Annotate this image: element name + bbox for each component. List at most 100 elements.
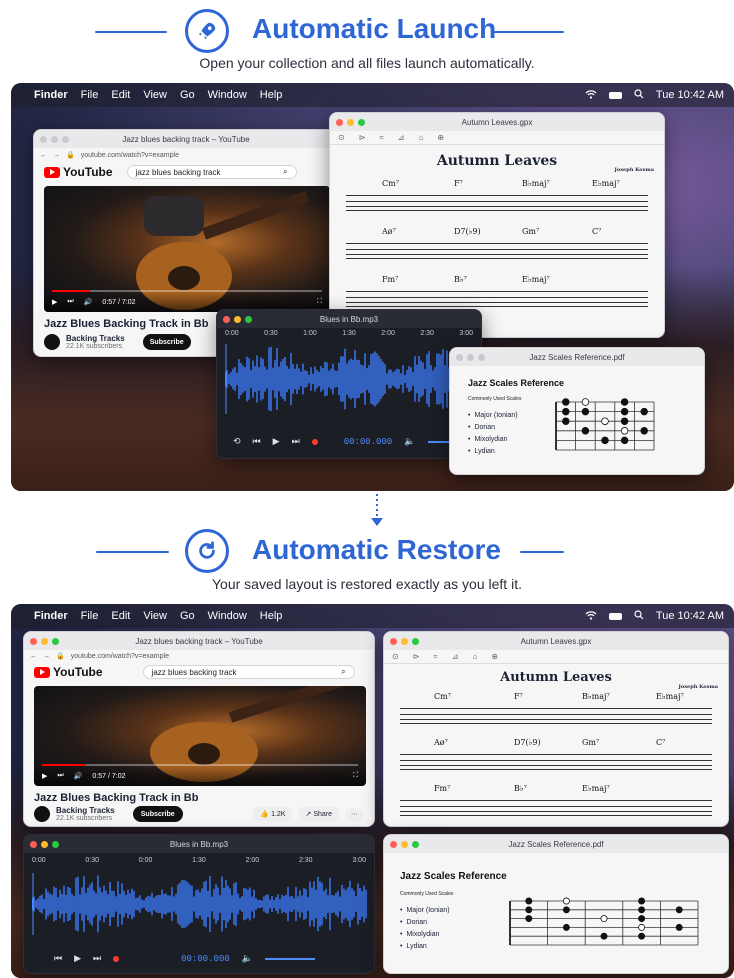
menu-clock[interactable]: Tue 10:42 AM: [656, 610, 724, 622]
menu-edit[interactable]: Edit: [111, 89, 130, 101]
toolbar-icon[interactable]: ⊙: [338, 133, 345, 142]
score-title: Autumn Leaves: [500, 670, 612, 685]
waveform[interactable]: [32, 873, 368, 935]
waveform[interactable]: [225, 344, 475, 414]
volume-icon[interactable]: 🔊: [84, 298, 93, 306]
volume-icon[interactable]: 🔈: [404, 436, 415, 447]
play-icon[interactable]: ▶: [52, 298, 57, 306]
search-icon[interactable]: ⌕: [341, 667, 345, 677]
next-icon[interactable]: ⏭: [57, 772, 63, 780]
forward-icon[interactable]: →: [53, 152, 60, 159]
play-icon[interactable]: ▶: [74, 953, 81, 964]
toolbar-icon[interactable]: ⊿: [398, 133, 405, 142]
loop-icon[interactable]: ⟲: [233, 436, 241, 447]
back-icon[interactable]: ←: [30, 653, 37, 660]
battery-icon[interactable]: [608, 91, 622, 99]
toolbar-icon[interactable]: ⊙: [392, 652, 399, 661]
pdf-titlebar[interactable]: Jazz Scales Reference.pdf: [450, 348, 704, 366]
toolbar-icon[interactable]: ⊕: [491, 652, 498, 661]
toolbar-icon[interactable]: ⌂: [473, 652, 478, 661]
next-icon[interactable]: ⏭: [67, 298, 73, 306]
volume-slider[interactable]: [264, 957, 315, 960]
menu-edit[interactable]: Edit: [111, 610, 130, 622]
battery-icon[interactable]: [608, 612, 622, 620]
video-player[interactable]: ▶ ⏭ 🔊 0:57 / 7:02 ⛶: [34, 686, 366, 786]
fullscreen-icon[interactable]: ⛶: [317, 298, 322, 306]
menu-help[interactable]: Help: [260, 610, 283, 622]
volume-icon[interactable]: 🔈: [242, 953, 253, 964]
video-title: Jazz Blues Backing Track in Bb: [44, 318, 209, 330]
pdf-titlebar[interactable]: Jazz Scales Reference.pdf: [384, 835, 728, 853]
menu-file[interactable]: File: [81, 610, 99, 622]
score-window: Autumn Leaves.gpx ⊙ ⊳ ≈ ⊿ ⌂ ⊕ Autumn Leaves J…: [383, 631, 729, 827]
toolbar-icon[interactable]: ⊕: [437, 133, 444, 142]
search-input[interactable]: jazz blues backing track ⌕: [142, 665, 355, 679]
pdf-title: Jazz Scales Reference: [400, 871, 507, 882]
toolbar-icon[interactable]: ≈: [433, 652, 437, 661]
scale-note: [638, 932, 646, 940]
address-bar[interactable]: youtube.com/watch?v=example: [81, 152, 179, 159]
player-titlebar[interactable]: Blues in Bb.mp3: [217, 310, 481, 328]
menu-go[interactable]: Go: [180, 89, 195, 101]
menu-view[interactable]: View: [143, 89, 167, 101]
score-titlebar[interactable]: Autumn Leaves.gpx: [330, 113, 664, 131]
browser-titlebar[interactable]: Jazz blues backing track – YouTube: [24, 632, 374, 650]
address-bar[interactable]: youtube.com/watch?v=example: [71, 653, 169, 660]
wifi-icon[interactable]: [585, 610, 597, 623]
video-player[interactable]: ▶ ⏭ 🔊 0:57 / 7:02 ⛶: [44, 186, 330, 312]
toolbar-icon[interactable]: ⊳: [359, 133, 366, 142]
scale-note: [562, 906, 570, 914]
chord-symbol: Gm⁷: [522, 227, 540, 236]
previous-icon[interactable]: ⏮: [253, 436, 261, 447]
play-icon[interactable]: ▶: [42, 772, 47, 780]
header-rule-left: [96, 551, 169, 553]
volume-icon[interactable]: 🔊: [74, 772, 83, 780]
youtube-logo[interactable]: YouTube: [44, 165, 113, 179]
toolbar-icon[interactable]: ⌂: [419, 133, 424, 142]
fast-forward-icon[interactable]: ⏭: [292, 436, 300, 447]
chord-symbol: B♭⁷: [514, 784, 527, 793]
menu-finder[interactable]: Finder: [34, 89, 68, 101]
subscribe-button[interactable]: Subscribe: [132, 806, 183, 822]
menu-window[interactable]: Window: [208, 610, 247, 622]
menu-finder[interactable]: Finder: [34, 610, 68, 622]
channel-avatar[interactable]: [44, 334, 60, 350]
record-icon[interactable]: [113, 955, 120, 962]
score-titlebar[interactable]: Autumn Leaves.gpx: [384, 632, 728, 650]
forward-icon[interactable]: →: [43, 653, 50, 660]
menu-help[interactable]: Help: [260, 89, 283, 101]
player-titlebar[interactable]: Blues in Bb.mp3: [24, 835, 374, 853]
toolbar-icon[interactable]: ⊳: [413, 652, 420, 661]
youtube-logo[interactable]: YouTube: [34, 665, 103, 679]
like-button[interactable]: 👍 1.2K: [253, 807, 293, 821]
back-icon[interactable]: ←: [40, 152, 47, 159]
menu-window[interactable]: Window: [208, 89, 247, 101]
fast-forward-icon[interactable]: ⏭: [93, 953, 101, 964]
channel-avatar[interactable]: [34, 806, 50, 822]
toolbar-icon[interactable]: ⊿: [452, 652, 459, 661]
channel-name[interactable]: Backing Tracks: [56, 806, 115, 815]
spotlight-icon[interactable]: [634, 88, 644, 102]
subscribe-button[interactable]: Subscribe: [142, 334, 191, 350]
player-time: 00:00.000: [343, 436, 393, 447]
wifi-icon[interactable]: [585, 89, 597, 102]
scale-item: Dorian: [400, 917, 450, 929]
more-button[interactable]: ···: [345, 807, 364, 821]
play-icon[interactable]: ▶: [273, 436, 280, 447]
previous-icon[interactable]: ⏮: [54, 953, 62, 964]
scale-item: Mixolydian: [468, 434, 518, 446]
search-input[interactable]: jazz blues backing track ⌕: [126, 165, 297, 179]
share-button[interactable]: ↗ Share: [298, 807, 339, 821]
toolbar-icon[interactable]: ≈: [379, 133, 383, 142]
menu-file[interactable]: File: [81, 89, 99, 101]
menu-go[interactable]: Go: [180, 610, 195, 622]
channel-name[interactable]: Backing Tracks: [66, 334, 125, 343]
menu-view[interactable]: View: [143, 610, 167, 622]
spotlight-icon[interactable]: [634, 609, 644, 623]
browser-titlebar[interactable]: Jazz blues backing track – YouTube: [34, 130, 338, 148]
record-icon[interactable]: [311, 438, 318, 445]
fullscreen-icon[interactable]: ⛶: [353, 772, 358, 780]
menu-clock[interactable]: Tue 10:42 AM: [656, 89, 724, 101]
section1-title: Automatic Launch: [252, 13, 497, 44]
search-icon[interactable]: ⌕: [283, 167, 287, 177]
